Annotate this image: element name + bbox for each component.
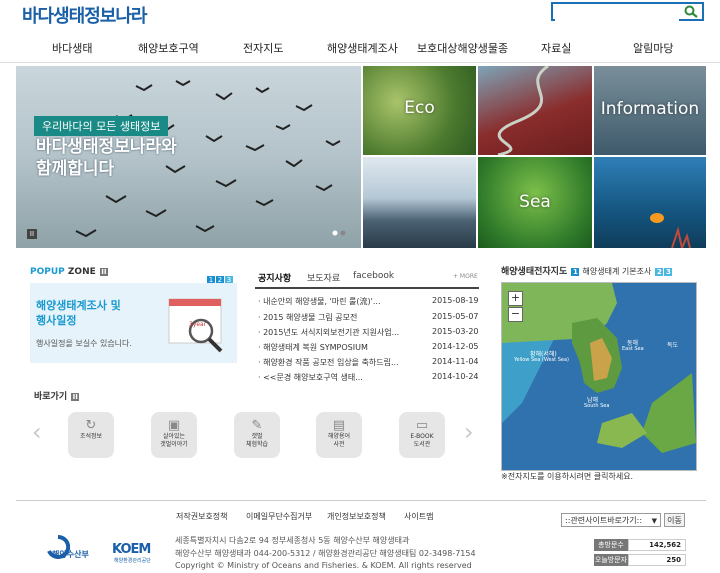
fish-illustration [650, 213, 691, 248]
chevron-down-icon: ▼ [651, 517, 657, 525]
popup-card[interactable]: 해양생태계조사 및 행사일정 행사일정을 보실수 있습니다. 3year [30, 283, 237, 363]
quick-toggle[interactable]: II [71, 393, 80, 401]
tab-press[interactable]: 보도자료 [307, 271, 340, 284]
tile-information[interactable]: Information [594, 66, 706, 155]
tile-eco[interactable]: Eco [363, 66, 476, 155]
map-label-yellow-sea-en: Yellow Sea (West Sea) [514, 357, 569, 363]
map-label-south-sea-en: South Sea [584, 403, 610, 409]
list-item[interactable]: · 내순안의 해양생물, '마린 룰(流)'... 2015-08-19 [258, 296, 479, 307]
footer-contacts: 해양수산부 해양생태과 044-200-5312 / 해양환경관리공단 해양생태… [175, 549, 476, 558]
search-box [551, 2, 704, 24]
tab-facebook[interactable]: facebook [353, 271, 394, 281]
nav-protected-areas[interactable]: 해양보호구역 [138, 40, 199, 56]
more-link[interactable]: + MORE [453, 273, 478, 280]
total-visits: 총방문수 142,562 [594, 539, 686, 551]
hero-caption-large: 바다생태정보나라와 함께합니다 [36, 137, 177, 179]
nav-notice[interactable]: 알림마당 [633, 40, 673, 56]
map-label-dokdo: 독도 [667, 342, 679, 349]
main-nav: 바다생태 해양보호구역 전자지도 해양생태계조사 보호대상해양생물종 자료실 알… [0, 34, 720, 63]
pause-button[interactable]: II [27, 229, 37, 239]
next-arrow-icon[interactable]: › [464, 418, 474, 446]
map-tab-3[interactable]: 3 [664, 268, 673, 276]
zoom-out-button[interactable]: − [508, 307, 523, 322]
pencil-icon: ✎ [251, 418, 263, 433]
popup-desc: 행사일정을 보실수 있습니다. [36, 339, 132, 348]
footer-address: 세종특별자치시 다솜2로 94 정부세종청사 5동 해양수산부 해양생태과 [175, 536, 410, 545]
list-item[interactable]: · 2015년도 서식지외보전기관 지원사업... 2015-03-20 [258, 327, 479, 338]
search-input[interactable] [555, 9, 679, 24]
koem-logo: KOEM [112, 542, 151, 557]
map-note[interactable]: ※전자지도를 이용하시려면 클릭하세요. [501, 471, 633, 482]
notice-tabs: 공지사항 보도자료 facebook + MORE [255, 271, 479, 289]
map-label-east-sea-en: East Sea [622, 346, 644, 352]
site-logo[interactable]: 바다생태정보나라 [22, 2, 147, 28]
list-item[interactable]: · 2015 해양생물 그림 공모전 2015-05-07 [258, 312, 479, 323]
list-item[interactable]: · 해양환경 작품 공모전 입상을 축하드립... 2014-11-04 [258, 357, 479, 368]
map-graphic [502, 283, 696, 470]
hero-caption-small: 우리바다의 모든 생태정보 [34, 116, 169, 136]
quick-tidal-flat-learning[interactable]: ✎ 갯벌 체험학습 [234, 412, 280, 458]
zoom-in-button[interactable]: + [508, 291, 523, 306]
footer-divider [16, 500, 706, 501]
electronic-map[interactable]: + − 황해(서해) Yellow Sea (West Sea) 동해 East… [501, 282, 697, 471]
today-visits: 오늘방문자 250 [594, 554, 686, 566]
tile-wetland-photo[interactable] [478, 66, 592, 155]
koem-logo-sub: 해양환경관리공단 [114, 558, 151, 564]
footer-link-privacy[interactable]: 개인정보보호정책 [327, 511, 386, 522]
nav-electronic-map[interactable]: 전자지도 [243, 40, 283, 56]
tv-icon: ▣ [167, 418, 181, 433]
tab-notice[interactable]: 공지사항 [258, 271, 291, 284]
map-title: 해양생태전자지도 1 해양생태계 기본조사 23 [501, 267, 673, 277]
list-item[interactable]: · <<문경 해양보호구역 생태... 2014-10-24 [258, 372, 479, 383]
quick-tidal-flat-story[interactable]: ▣ 살아있는 갯벌이야기 [151, 412, 197, 458]
tide-icon: ↻ [85, 418, 97, 433]
road-illustration [497, 66, 549, 155]
quick-tide-info[interactable]: ↻ 조석정보 [68, 412, 114, 458]
footer-link-email[interactable]: 이메일무단수집거부 [246, 511, 312, 522]
quick-links-title: 바로가기 II [34, 392, 80, 402]
map-tab-2[interactable]: 2 [655, 268, 664, 276]
nav-protected-species[interactable]: 보호대상해양생물종 [417, 40, 508, 56]
map-tab-1[interactable]: 1 [571, 268, 580, 276]
nav-data-room[interactable]: 자료실 [541, 40, 571, 56]
monitor-icon: ▭ [415, 418, 429, 433]
search-icon[interactable] [684, 5, 698, 18]
popup-zone-title: POPUP ZONE II [30, 267, 108, 277]
go-button[interactable]: 이동 [664, 513, 685, 527]
prev-arrow-icon[interactable]: ‹ [32, 418, 42, 446]
quick-ebook-library[interactable]: ▭ E-BOOK 도서관 [399, 412, 445, 458]
popup-toggle[interactable]: II [99, 268, 108, 276]
popup-heading: 해양생태계조사 및 행사일정 [36, 299, 121, 327]
footer-copyright: Copyright © Ministry of Oceans and Fishe… [175, 561, 472, 570]
nav-ecosystem-survey[interactable]: 해양생태계조사 [327, 40, 398, 56]
related-sites-select[interactable]: ::관련사이트바로가기:: ▼ [561, 513, 661, 527]
tile-beach-photo[interactable] [363, 157, 476, 248]
footer-link-sitemap[interactable]: 사이트맵 [404, 511, 433, 522]
quick-marine-dictionary[interactable]: ▤ 해양용어 사전 [316, 412, 362, 458]
tile-sea[interactable]: Sea [478, 157, 592, 248]
footer-link-copyright[interactable]: 저작권보호정책 [176, 511, 228, 522]
hero-banner[interactable]: 우리바다의 모든 생태정보 바다생태정보나라와 함께합니다 II [16, 66, 361, 248]
mof-logo: 해양수산부 [40, 535, 104, 565]
list-item[interactable]: · 해양생태계 복원 SYMPOSIUM 2014-12-05 [258, 342, 479, 353]
book-icon: ▤ [332, 418, 346, 433]
nav-marine-ecology[interactable]: 바다생태 [52, 40, 92, 56]
tile-fish-photo[interactable] [594, 157, 706, 248]
